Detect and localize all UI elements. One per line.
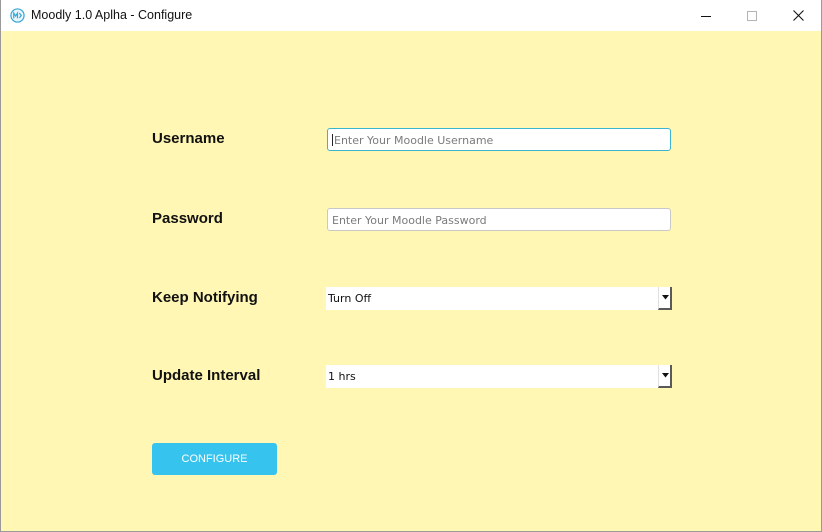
minimize-icon [701, 15, 711, 17]
username-input[interactable]: Enter Your Moodle Username [327, 128, 671, 151]
maximize-button[interactable] [729, 0, 775, 31]
close-button[interactable] [775, 0, 821, 31]
password-label: Password [152, 210, 223, 227]
keep-notifying-value: Turn Off [328, 292, 372, 305]
username-label: Username [152, 130, 225, 147]
chevron-down-icon [662, 373, 669, 378]
password-input[interactable]: Enter Your Moodle Password [327, 208, 671, 231]
text-caret [332, 134, 333, 146]
configure-button[interactable]: CONFIGURE [152, 443, 277, 475]
moodly-logo-icon [10, 8, 25, 23]
dropdown-button[interactable] [658, 365, 672, 388]
window-title: Moodly 1.0 Aplha - Configure [31, 8, 193, 22]
title-bar[interactable]: Moodly 1.0 Aplha - Configure [1, 0, 821, 31]
username-placeholder: Enter Your Moodle Username [334, 134, 494, 147]
keep-notifying-select[interactable]: Turn Off [326, 287, 672, 310]
maximize-icon [747, 10, 757, 21]
keep-notifying-label: Keep Notifying [152, 289, 258, 306]
minimize-button[interactable] [683, 0, 729, 31]
update-interval-value: 1 hrs [328, 370, 356, 383]
close-icon [792, 10, 804, 21]
chevron-down-icon [662, 295, 669, 300]
app-window: Moodly 1.0 Aplha - Configure Username En… [0, 0, 822, 532]
dropdown-button[interactable] [658, 287, 672, 310]
password-placeholder: Enter Your Moodle Password [332, 214, 487, 227]
update-interval-select[interactable]: 1 hrs [326, 365, 672, 388]
update-interval-label: Update Interval [152, 367, 261, 384]
